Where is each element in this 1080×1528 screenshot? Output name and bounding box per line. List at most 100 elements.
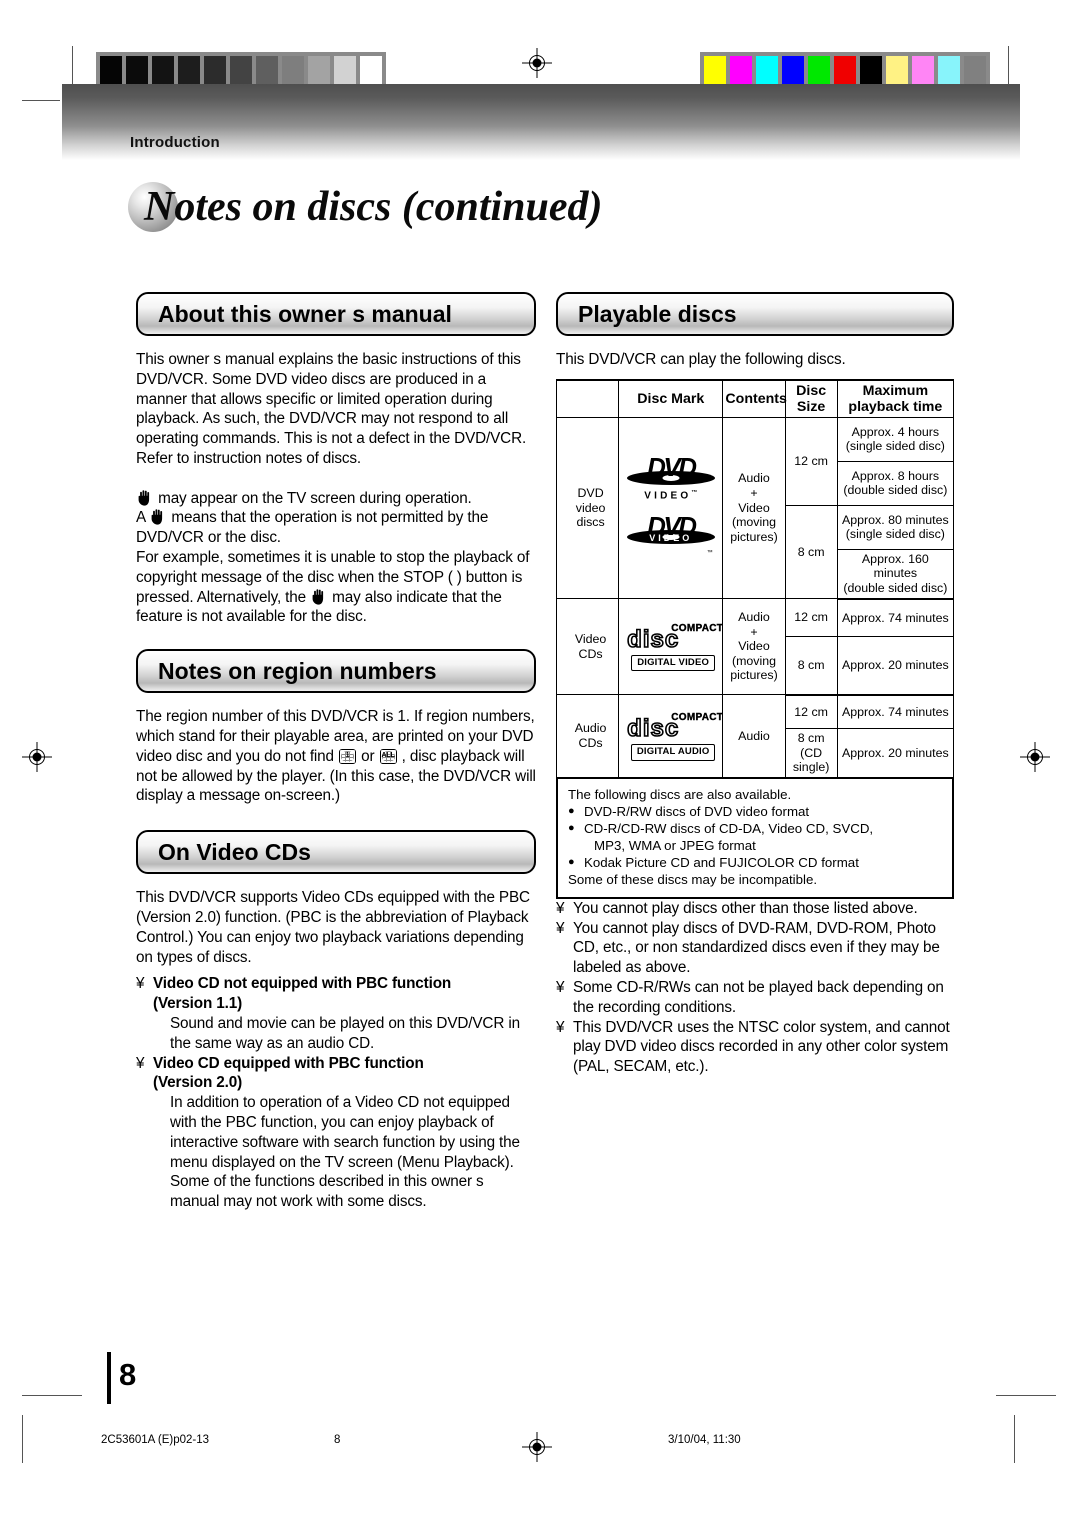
hand-icon [138, 489, 152, 506]
cell-time-videocd-8cm: Approx. 20 minutes [836, 636, 955, 696]
color-swatch [702, 54, 728, 88]
time-l2: (double sided disc) [843, 580, 948, 595]
footnote-2-text: Some CD-R/RWs can not be played back dep… [573, 979, 944, 1016]
heading-notes-on-region-numbers: Notes on region numbers [136, 649, 536, 694]
notebox-bullet-0: ● DVD-R/RW discs of DVD video format [568, 803, 942, 820]
size-l3: single) [792, 760, 830, 775]
cd-logo-bar: DIGITAL AUDIO [630, 744, 716, 761]
compact-disc-digital-video-logo-icon: COMPACT disc DIGITAL VIDEO [621, 622, 725, 672]
grayscale-swatch [202, 54, 228, 88]
contents-dvd-l1: Audio [738, 471, 770, 486]
th-blank [555, 378, 620, 418]
cell-time-dvd-8cm-double: Approx. 160 minutes (double sided disc) [836, 548, 955, 600]
heading-notes-on-region-numbers-label: Notes on region numbers [158, 657, 437, 684]
heading-on-video-cds: On Video CDs [136, 830, 536, 875]
th-contents: Contents [722, 378, 787, 418]
cell-category-videocd: Video CDs [555, 598, 620, 696]
th-max-playback-time: Maximum playback time [836, 378, 955, 418]
crop-mark-right-lower [996, 1395, 1056, 1396]
footer-timestamp: 3/10/04, 11:30 [668, 1434, 741, 1446]
footnote-0-text: You cannot play discs other than those l… [573, 899, 918, 917]
table-row: DVD video discs DVD VIDEO™ DVD VIDEO ™ A… [555, 416, 955, 600]
bullet-marker: ¥ [556, 979, 565, 997]
cell-contents-dvd: Audio + Video (moving pictures) [722, 416, 786, 600]
playable-discs-table: Disc Mark Contents Disc Size Maximum pla… [555, 378, 955, 779]
about-paragraph-2b-pre: A [136, 509, 150, 527]
time-l1: Approx. 8 hours [851, 468, 940, 483]
videocd-paragraph-1: This DVD/VCR supports Video CDs equipped… [136, 889, 530, 966]
contents-videocd-l3: Video [738, 639, 770, 654]
crop-mark-left-lower [22, 1395, 82, 1396]
th-max-time-l1: Maximum [862, 382, 929, 399]
cat-videocd-l2: CDs [578, 646, 603, 661]
cell-contents-videocd: Audio + Video (moving pictures) [722, 598, 786, 696]
page-title-group: Notes on discs (continued) [128, 178, 603, 240]
heading-about-owners-manual: About this owner s manual [136, 292, 536, 336]
cell-time-audiocd-8cm: Approx. 20 minutes [836, 728, 955, 779]
videocd-item-list: ¥ Video CD not equipped with PBC functio… [136, 974, 536, 1212]
compact-disc-digital-audio-logo-icon: COMPACT disc DIGITAL AUDIO [621, 711, 725, 761]
videocd-item-0-body: Sound and movie can be played on this DV… [170, 1014, 520, 1052]
notebox-bullet-2-l1: Kodak Picture CD and FUJICOLOR CD format [584, 854, 859, 870]
cell-disc-mark-dvd: DVD VIDEO™ DVD VIDEO ™ [618, 416, 724, 600]
cell-size-dvd-8cm: 8 cm [784, 504, 838, 600]
left-column: About this owner s manual This owner s m… [136, 292, 536, 1212]
notebox-outro: Some of these discs may be incompatible. [568, 871, 818, 887]
bullet-marker: ¥ [136, 1054, 145, 1072]
cell-category-audiocd: Audio CDs [555, 694, 620, 779]
color-swatch [884, 54, 910, 88]
grayscale-swatch [124, 54, 150, 88]
table-header-row: Disc Mark Contents Disc Size Maximum pla… [555, 378, 955, 418]
cd-logo-bar: DIGITAL VIDEO [631, 654, 716, 672]
color-swatch [754, 54, 780, 88]
heading-about-owners-manual-label: About this owner s manual [158, 300, 452, 327]
bullet-dot-icon: ● [568, 821, 575, 834]
cell-time-dvd-12cm-double: Approx. 8 hours (double sided disc) [836, 460, 955, 506]
th-max-time-l2: playback time [848, 398, 943, 415]
bullet-marker: ¥ [556, 919, 565, 937]
contents-dvd-l2: + [750, 486, 758, 501]
list-item: ¥ This DVD/VCR uses the NTSC color syste… [556, 1018, 954, 1077]
th-disc-size: Disc Size [784, 378, 838, 418]
videocd-item-1-body: In addition to operation of a Video CD n… [170, 1094, 520, 1211]
cell-size-audiocd-8cm: 8 cm (CD single) [784, 728, 838, 779]
about-paragraph-2-text: may appear on the TV screen during opera… [154, 489, 472, 507]
cell-time-dvd-8cm-single: Approx. 80 minutes (single sided disc) [836, 504, 955, 550]
cell-disc-mark-videocd: COMPACT disc DIGITAL VIDEO [618, 598, 725, 696]
registration-mark-top-center [522, 48, 552, 78]
grayscale-swatch [176, 54, 202, 88]
grayscale-swatch [228, 54, 254, 88]
time-l2: (single sided disc) [845, 527, 945, 542]
grayscale-swatch [254, 54, 280, 88]
cell-time-videocd-12cm: Approx. 74 minutes [836, 598, 955, 638]
color-swatch [910, 54, 936, 88]
about-paragraph-2: may appear on the TV screen during opera… [136, 489, 536, 628]
bullet-dot-icon: ● [568, 855, 575, 868]
grayscale-swatch [280, 54, 306, 88]
table-row: Audio CDs COMPACT disc DIGITAL AUDIO Aud… [555, 694, 955, 779]
region-text-mid: or [357, 747, 379, 765]
region-code-all-icon: ALL [379, 748, 397, 764]
heading-playable-discs-label: Playable discs [578, 300, 737, 327]
cell-category-dvd: DVD video discs [555, 416, 620, 600]
color-swatch [832, 54, 858, 88]
cat-videocd-l1: Video [574, 631, 607, 646]
color-swatch [962, 54, 988, 88]
dvd-video-logo-icon: DVD VIDEO™ [623, 454, 719, 504]
additional-discs-notebox: The following discs are also available. … [556, 778, 954, 899]
cell-size-videocd-12cm: 12 cm [784, 598, 838, 638]
cat-audiocd-l2: CDs [578, 735, 603, 750]
bullet-marker: ¥ [556, 899, 565, 917]
list-item: ¥ Video CD not equipped with PBC functio… [136, 974, 536, 1053]
heading-on-video-cds-label: On Video CDs [158, 838, 311, 865]
cell-time-dvd-12cm-single: Approx. 4 hours (single sided disc) [836, 416, 955, 462]
footer-file-code: 2C53601A (E)p02-13 [101, 1434, 210, 1446]
size-l2: (CD [800, 745, 823, 760]
heading-playable-discs: Playable discs [556, 292, 954, 336]
contents-dvd-l5: pictures) [730, 529, 778, 544]
color-swatch [728, 54, 754, 88]
color-swatch [806, 54, 832, 88]
bullet-dot-icon: ● [568, 804, 575, 817]
about-paragraph-2b-post: means that the operation is not permitte… [136, 509, 489, 547]
contents-videocd-l2: + [750, 624, 758, 639]
